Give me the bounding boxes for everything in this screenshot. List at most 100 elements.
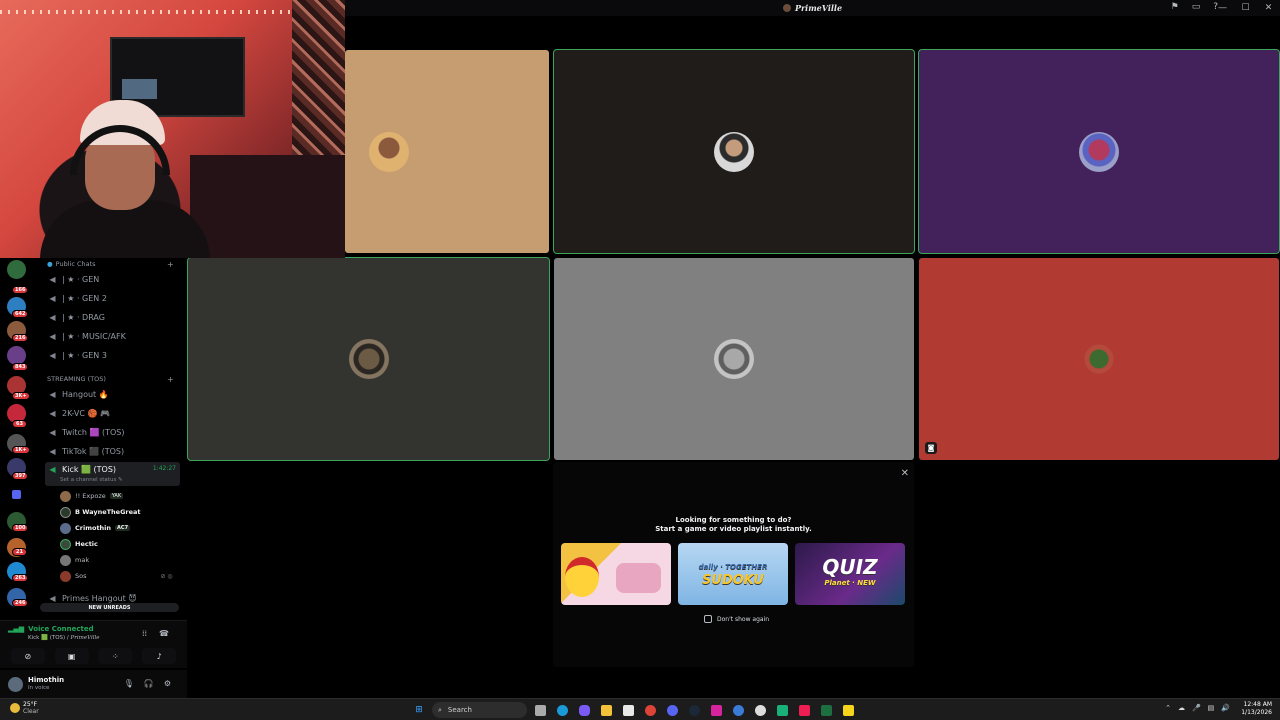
close-button[interactable]: ✕ xyxy=(1257,0,1280,16)
unread-badge: 216 xyxy=(12,334,29,342)
video-tile[interactable] xyxy=(187,257,550,461)
speaker-icon: ◀ xyxy=(49,332,56,341)
camera-off-button[interactable]: ⊘ xyxy=(10,648,45,664)
app-icon[interactable] xyxy=(773,701,791,719)
voice-channel[interactable]: ◀ TikTok ⬛ (TOS) xyxy=(45,443,180,460)
checkbox[interactable] xyxy=(704,615,712,623)
voice-user[interactable]: Crimothin AC7 xyxy=(60,521,131,535)
video-tile[interactable] xyxy=(553,49,915,254)
voice-user[interactable]: mak xyxy=(60,553,89,567)
voice-channel[interactable]: ◀ | ★ · GEN xyxy=(45,271,180,288)
tiktok-icon[interactable] xyxy=(795,701,813,719)
disconnect-icon[interactable]: ☎ xyxy=(159,629,169,638)
channel-name: | ★ · GEN 3 xyxy=(62,351,107,360)
category-streaming[interactable]: STREAMING (TOS) + xyxy=(47,375,174,384)
unread-badge: 1K+ xyxy=(12,446,30,454)
new-unreads-pill[interactable]: NEW UNREADS xyxy=(40,603,179,612)
inbox-icon[interactable]: ▭ xyxy=(1192,2,1201,12)
voice-channel[interactable]: ◀ Hangout 🔥 xyxy=(45,386,180,403)
dont-show-again-checkbox[interactable]: Don't show again xyxy=(704,615,769,623)
user-name[interactable]: Himothin xyxy=(28,676,64,684)
video-tile[interactable] xyxy=(345,50,549,253)
add-channel-icon[interactable]: + xyxy=(167,375,174,384)
speaker-icon: ◀ xyxy=(49,465,56,474)
chatgpt-icon[interactable] xyxy=(751,701,769,719)
speaker-icon: ◀ xyxy=(49,294,56,303)
voice-channel[interactable]: ◀ | ★ · GEN 2 xyxy=(45,290,180,307)
windows-start-icon[interactable]: ⊞ xyxy=(410,701,428,719)
weather-widget[interactable]: 25°F Clear xyxy=(10,701,39,715)
user-name: Hectic xyxy=(75,540,98,548)
activity-card[interactable]: QUIZ Planet · NEW xyxy=(795,543,905,605)
channel-name: | ★ · GEN 2 xyxy=(62,294,107,303)
voice-channel[interactable]: ◀ | ★ · DRAG xyxy=(45,309,180,326)
temperature: 25°F xyxy=(23,701,38,708)
mic-icon[interactable]: 🎤 xyxy=(1192,704,1201,712)
screen-share-button[interactable]: ▣ xyxy=(54,648,89,664)
voice-user[interactable]: Hectic xyxy=(60,537,98,551)
avatar[interactable] xyxy=(8,677,23,692)
video-tile[interactable] xyxy=(554,258,914,460)
category-public-chats[interactable]: ● Public Chats + xyxy=(47,260,174,269)
activity-card[interactable]: daily · TOGETHER SUDOKU xyxy=(678,543,788,605)
user-name: !! Expoze xyxy=(75,492,106,500)
stage-icon[interactable]: ◙ xyxy=(925,442,937,454)
activity-card[interactable] xyxy=(561,543,671,605)
noise-suppression-icon[interactable]: ⁞⁞ xyxy=(142,629,147,638)
video-tile[interactable]: ◙ xyxy=(919,258,1279,460)
gear-icon[interactable]: ⚙ xyxy=(164,679,171,688)
voice-channel[interactable]: ◀ | ★ · GEN 3 xyxy=(45,347,180,364)
voice-user[interactable]: Sos ⊘ ◎ xyxy=(60,569,173,583)
soundboard-button[interactable]: ♪ xyxy=(142,648,177,664)
sticky-notes-icon[interactable] xyxy=(839,701,857,719)
chevron-up-icon[interactable]: ⌃ xyxy=(1165,704,1171,712)
steam-icon[interactable] xyxy=(685,701,703,719)
minimize-button[interactable]: — xyxy=(1211,0,1234,16)
activities-button[interactable]: ⁘ xyxy=(98,648,133,664)
voice-status[interactable]: ▂▄▆ Voice Connected xyxy=(8,625,94,633)
channel-name: 2K-VC 🏀 🎮 xyxy=(62,409,110,418)
taskbar-clock[interactable]: 12:48 AM 1/13/2026 xyxy=(1241,701,1272,717)
user-name: Sos xyxy=(75,572,87,580)
windows-taskbar: 25°F Clear ⊞ ⌕ Search ⌃ ☁ 🎤 ▤ 🔊 12:48 AM… xyxy=(0,698,1280,720)
maximize-button[interactable]: ☐ xyxy=(1234,0,1257,16)
network-icon[interactable]: ▤ xyxy=(1208,704,1215,712)
volume-icon[interactable]: 🔊 xyxy=(1221,704,1230,712)
voice-user[interactable]: B WayneTheGreat xyxy=(60,505,141,519)
file-explorer-icon[interactable] xyxy=(597,701,615,719)
weather-condition: Clear xyxy=(23,708,39,715)
voice-user[interactable]: !! Expoze YAK xyxy=(60,489,124,503)
avatar xyxy=(1079,339,1119,379)
voice-actions: ⁞⁞ ☎ xyxy=(142,629,169,638)
voice-location[interactable]: Kick 🟩 (TOS) / PrimeVille xyxy=(28,635,99,641)
edge-icon[interactable] xyxy=(553,701,571,719)
video-tile[interactable] xyxy=(918,49,1280,254)
channel-status-hint[interactable]: Set a channel status ✎ xyxy=(60,477,123,483)
instagram-icon[interactable] xyxy=(707,701,725,719)
add-channel-icon[interactable]: + xyxy=(167,260,174,269)
server-icon[interactable] xyxy=(7,260,26,279)
taskbar-search[interactable]: ⌕ Search xyxy=(432,702,527,718)
chrome-icon[interactable] xyxy=(641,701,659,719)
close-icon[interactable]: ✕ xyxy=(901,468,909,479)
copilot-icon[interactable] xyxy=(575,701,593,719)
discord-icon[interactable] xyxy=(663,701,681,719)
microphone-icon[interactable]: 🎙 xyxy=(124,679,134,688)
voice-channel[interactable]: ◀ 2K-VC 🏀 🎮 xyxy=(45,405,180,422)
task-view-icon[interactable] xyxy=(531,701,549,719)
voice-channel[interactable]: ◀ | ★ · MUSIC/AFK xyxy=(45,328,180,345)
voice-channel[interactable]: ◀ Twitch 🟪 (TOS) xyxy=(45,424,180,441)
app-icon[interactable] xyxy=(729,701,747,719)
speaker-icon: ◀ xyxy=(49,409,56,418)
excel-icon[interactable] xyxy=(817,701,835,719)
unread-badge: 397 xyxy=(12,472,29,480)
headphones-icon[interactable]: 🎧 xyxy=(144,679,154,688)
unread-badge: 3K+ xyxy=(12,392,30,400)
unread-badge: 21 xyxy=(12,548,27,556)
cloud-icon[interactable]: ☁ xyxy=(1178,704,1185,712)
flag-icon[interactable]: ⚑ xyxy=(1171,2,1179,12)
folder-icon[interactable] xyxy=(12,490,21,499)
store-icon[interactable] xyxy=(619,701,637,719)
speaker-icon: ◀ xyxy=(49,390,56,399)
voice-status-label: Voice Connected xyxy=(28,625,94,633)
